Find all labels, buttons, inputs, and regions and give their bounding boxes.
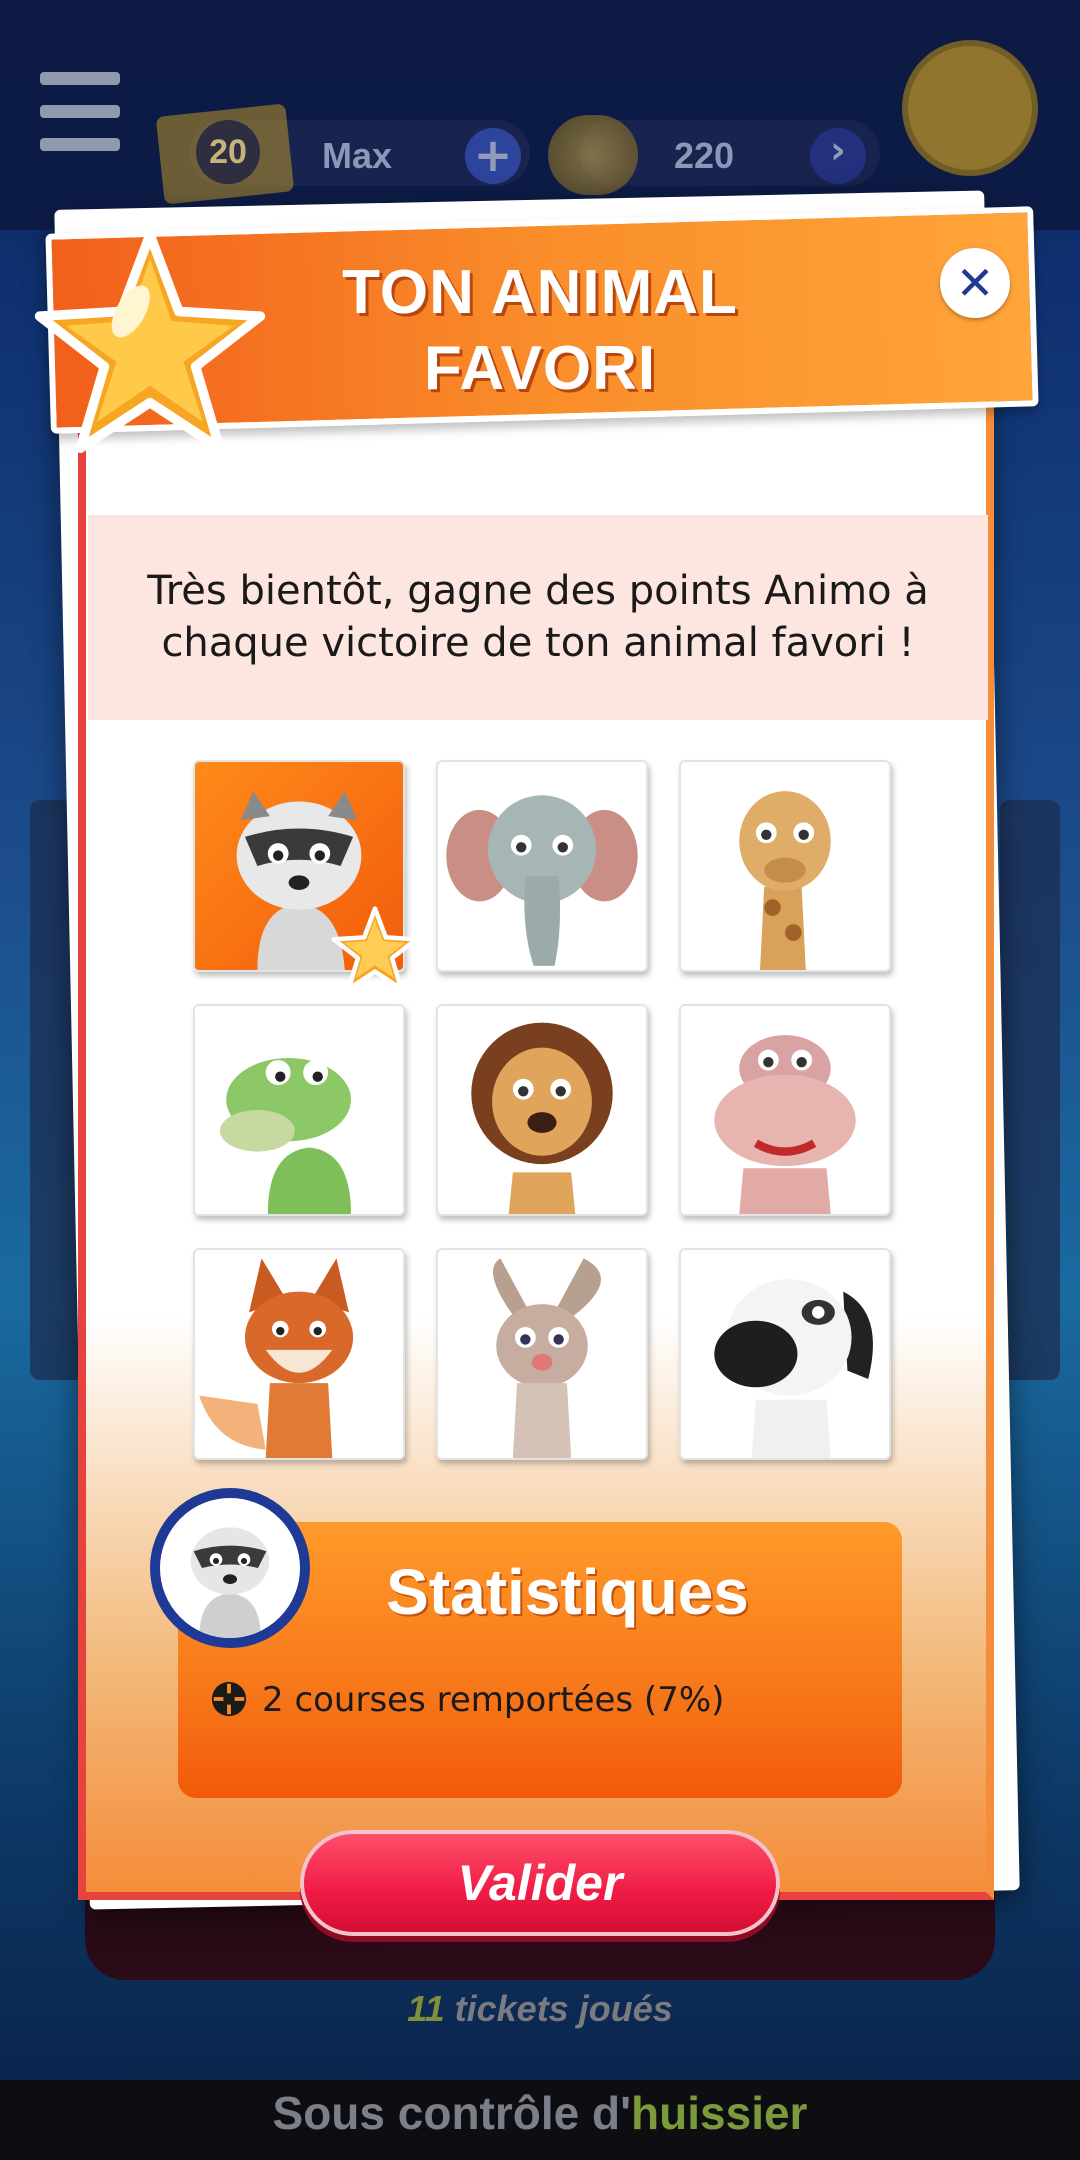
side-card-right: [1000, 800, 1060, 1380]
target-icon: [211, 1681, 247, 1717]
coins-count: 220: [674, 135, 735, 176]
max-label: Max: [322, 135, 393, 176]
hamburger-menu-icon[interactable]: [40, 72, 120, 151]
modal-title-line1: TON ANIMAL: [342, 258, 738, 327]
modal-title-line2: FAVORI: [423, 334, 657, 403]
crocodile-icon: [219, 1058, 351, 1214]
footer-text: Sous contrôle d'huissier: [0, 2086, 1080, 2140]
stats-line-text: 2 courses remportées (7%): [262, 1680, 725, 1720]
stats-avatar: [150, 1488, 310, 1648]
star-icon: [34, 229, 266, 453]
tickets-played: 11 tickets joués: [0, 1988, 1080, 2030]
stats-line: 2 courses remportées (7%): [210, 1680, 724, 1720]
animal-tile-elephant[interactable]: [436, 760, 648, 972]
validate-button[interactable]: Valider: [300, 1830, 780, 1936]
hippo-icon: [714, 1035, 856, 1214]
plus-icon[interactable]: +: [465, 128, 521, 184]
animal-tile-giraffe[interactable]: [679, 760, 891, 972]
animal-tile-lion[interactable]: [436, 1004, 648, 1216]
animal-tile-dog[interactable]: [679, 1248, 891, 1460]
chevron-right-icon[interactable]: ›: [810, 128, 866, 184]
tickets-played-label: tickets joués: [444, 1988, 673, 2029]
rabbit-icon: [492, 1258, 601, 1458]
animal-tile-hippo[interactable]: [679, 1004, 891, 1216]
raccoon-avatar-icon: [190, 1527, 270, 1638]
profile-avatar[interactable]: [902, 40, 1038, 176]
animal-tile-crocodile[interactable]: [193, 1004, 405, 1216]
animal-tile-rabbit[interactable]: [436, 1248, 648, 1460]
info-line2: chaque victoire de ton animal favori !: [161, 620, 915, 666]
close-icon[interactable]: ✕: [940, 248, 1010, 318]
footer-prefix: Sous contrôle d': [272, 2087, 632, 2139]
coins-icon: [548, 115, 638, 195]
modal-title: TON ANIMAL FAVORI: [300, 255, 780, 407]
info-box: Très bientôt, gagne des points Animo à c…: [88, 515, 988, 720]
tickets-played-count: 11: [407, 1988, 445, 2029]
favorite-star-icon: [331, 906, 419, 991]
elephant-icon: [446, 795, 638, 966]
dog-icon: [714, 1279, 873, 1458]
footer-highlight: huissier: [631, 2087, 808, 2139]
fox-icon: [199, 1258, 354, 1458]
animal-tile-fox[interactable]: [193, 1248, 405, 1460]
giraffe-icon: [739, 791, 831, 970]
lion-icon: [471, 1022, 613, 1214]
ticket-count: 20: [196, 120, 260, 184]
info-line1: Très bientôt, gagne des points Animo à: [147, 568, 929, 614]
